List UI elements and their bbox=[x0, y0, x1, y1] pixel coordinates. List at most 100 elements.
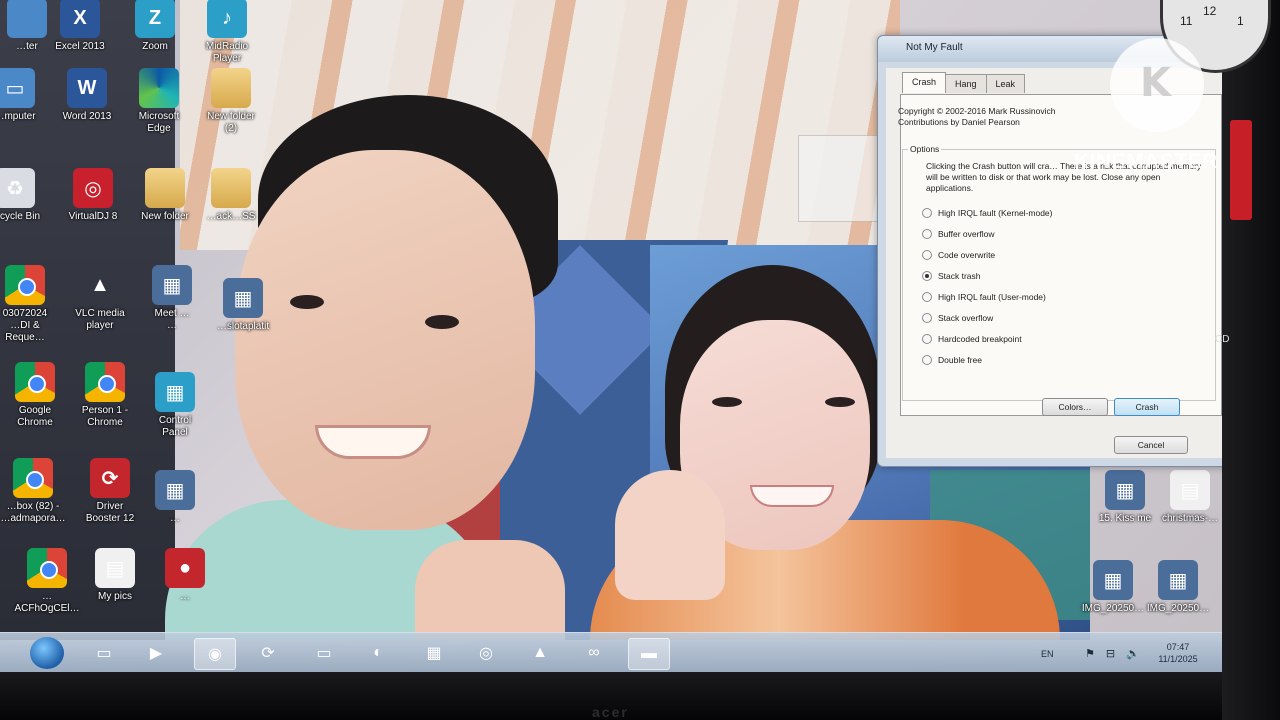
desktop-icon-label: Driver Booster 12 bbox=[85, 501, 135, 524]
desktop-icon[interactable]: Microsoft Edge bbox=[124, 68, 194, 135]
boy-smile bbox=[315, 425, 431, 459]
boy-face bbox=[235, 150, 535, 530]
tab-hang[interactable]: Hang bbox=[945, 74, 987, 93]
radio-button-icon[interactable] bbox=[922, 250, 932, 260]
desktop-icon-image: ◎ bbox=[73, 168, 113, 208]
desktop-icon[interactable]: ▦ IMG_20250… bbox=[1078, 560, 1148, 615]
wall-clock-number: 11 bbox=[1180, 14, 1193, 28]
crash-option-radio[interactable]: High IRQL fault (Kernel-mode) bbox=[922, 207, 1052, 219]
boy-thumbs-up bbox=[415, 540, 565, 640]
desktop-icon[interactable]: ▦ 15. Kiss me bbox=[1090, 470, 1160, 525]
desktop-icon-label: Word 2013 bbox=[62, 111, 112, 122]
boy-left-eye bbox=[290, 295, 324, 309]
girl-finger-heart-hand bbox=[615, 470, 725, 600]
desktop-icon[interactable]: …box (82) - …admapora… bbox=[0, 458, 68, 525]
desktop-icon[interactable]: New folder (2) bbox=[196, 68, 266, 135]
girl-smile bbox=[750, 485, 834, 507]
desktop-icon[interactable]: ▤ My pics bbox=[80, 548, 150, 603]
desktop-icon[interactable]: X Excel 2013 bbox=[45, 0, 115, 53]
desktop-icon[interactable]: ▲ VLC media player bbox=[65, 265, 135, 332]
desktop-icon[interactable]: Z Zoom bbox=[120, 0, 190, 53]
desktop-icon-label-cd: CD bbox=[1215, 334, 1230, 345]
radio-button-icon[interactable] bbox=[922, 292, 932, 302]
crash-button[interactable]: Crash bbox=[1114, 398, 1180, 416]
monitor-photo: …terXExcel 2013ZZoom♪MidRadio Player▭…mp… bbox=[0, 0, 1280, 720]
desktop-icon-label: MidRadio Player bbox=[205, 41, 249, 64]
copyright-line: Copyright © 2002-2016 Mark Russinovich bbox=[898, 106, 1056, 116]
desktop-icon[interactable]: ●… bbox=[150, 548, 220, 603]
desktop-icon[interactable]: 03072024 …DI & Reque… bbox=[0, 265, 60, 344]
crash-option-label: Buffer overflow bbox=[938, 229, 995, 239]
desktop-icon[interactable]: ▦ IMG_20250… bbox=[1143, 560, 1213, 615]
taskbar-computer-button[interactable]: ▭ bbox=[304, 638, 344, 668]
radio-button-icon[interactable] bbox=[922, 229, 932, 239]
wall-clock-number: 12 bbox=[1203, 4, 1217, 18]
desktop-icon[interactable]: Person 1 - Chrome bbox=[70, 362, 140, 429]
desktop-icon-image: ▦ bbox=[152, 265, 192, 305]
taskbar-media-button[interactable]: ▶ bbox=[136, 638, 176, 668]
desktop-icon-label: …mputer bbox=[0, 111, 36, 122]
taskbar-clock[interactable]: 07:47 11/1/2025 bbox=[1150, 641, 1206, 665]
radio-button-icon[interactable] bbox=[922, 355, 932, 365]
desktop-icon[interactable]: ⟳ Driver Booster 12 bbox=[75, 458, 145, 525]
desktop-icon[interactable]: Google Chrome bbox=[0, 362, 70, 429]
red-marker bbox=[1230, 120, 1252, 220]
system-tray-icons[interactable]: ⚑ ⊟ 🔈 bbox=[1085, 647, 1144, 660]
taskbar-vdj-button[interactable]: ◎ bbox=[466, 638, 506, 668]
girl-left-eye bbox=[712, 397, 742, 407]
desktop-icon[interactable]: ▦ Control Panel bbox=[140, 372, 210, 439]
desktop-icon[interactable]: ♻ …cycle Bin bbox=[0, 168, 50, 223]
taskbar-control-button[interactable]: ▦ bbox=[414, 638, 454, 668]
desktop-icon-image bbox=[15, 362, 55, 402]
options-legend: Options bbox=[908, 144, 942, 154]
crash-option-radio[interactable]: Double free bbox=[922, 354, 982, 366]
radio-button-icon[interactable] bbox=[922, 313, 932, 323]
crash-option-radio[interactable]: Code overwrite bbox=[922, 249, 995, 261]
colors-button[interactable]: Colors… bbox=[1042, 398, 1108, 416]
language-indicator[interactable]: EN bbox=[1041, 649, 1054, 659]
crash-option-radio[interactable]: Hardcoded breakpoint bbox=[922, 333, 1022, 345]
crash-option-radio[interactable]: Stack trash bbox=[922, 270, 981, 282]
taskbar-vlc-button[interactable]: ▲ bbox=[520, 638, 560, 668]
taskbar-notmyfault-button[interactable]: ▬ bbox=[628, 638, 670, 670]
tab-crash[interactable]: Crash bbox=[902, 72, 947, 93]
desktop-icon[interactable]: ▦ Meet … … bbox=[137, 265, 207, 332]
desktop-icon[interactable]: ▤ christmas-… bbox=[1155, 470, 1222, 525]
desktop-icon-image bbox=[7, 0, 47, 38]
desktop-icon[interactable]: …ack…SS bbox=[196, 168, 266, 223]
radio-button-icon[interactable] bbox=[922, 208, 932, 218]
desktop-icon-image: ⟳ bbox=[90, 458, 130, 498]
kinemaster-logo-letter: K bbox=[1140, 60, 1171, 106]
taskbar-app2-button[interactable]: ∞ bbox=[574, 638, 614, 668]
desktop-icon[interactable]: ◎ VirtualDJ 8 bbox=[58, 168, 128, 223]
crash-option-radio[interactable]: High IRQL fault (User-mode) bbox=[922, 291, 1046, 303]
radio-button-icon[interactable] bbox=[922, 271, 932, 281]
radio-button-icon[interactable] bbox=[922, 334, 932, 344]
desktop-icon-label: …slotaplatit bbox=[216, 321, 270, 332]
desktop-icon-label: 15. Kiss me bbox=[1098, 513, 1152, 524]
crash-option-radio[interactable]: Stack overflow bbox=[922, 312, 993, 324]
desktop-icon[interactable]: …ACFhOgCEl… bbox=[12, 548, 82, 615]
taskbar-edge-button[interactable]: ◐ bbox=[358, 638, 398, 668]
contributions-line: Contributions by Daniel Pearson bbox=[898, 117, 1020, 127]
desktop-icon[interactable]: ♪ MidRadio Player bbox=[192, 0, 262, 65]
desktop-icon-image: Z bbox=[135, 0, 175, 38]
desktop-icon[interactable]: ▦ …slotaplatit bbox=[208, 278, 278, 333]
wall-clock-number: 1 bbox=[1237, 14, 1244, 28]
crash-option-label: Stack trash bbox=[938, 271, 981, 281]
desktop-icon[interactable]: ▦… bbox=[140, 470, 210, 525]
taskbar-app-button[interactable]: ⟳ bbox=[248, 638, 288, 668]
girl-right-eye bbox=[825, 397, 855, 407]
start-button[interactable] bbox=[30, 637, 64, 669]
tab-leak[interactable]: Leak bbox=[985, 74, 1026, 93]
desktop-icon[interactable]: W Word 2013 bbox=[52, 68, 122, 123]
boy-right-eye bbox=[425, 315, 459, 329]
taskbar-chrome-button[interactable]: ◉ bbox=[194, 638, 236, 670]
cancel-button[interactable]: Cancel bbox=[1114, 436, 1188, 454]
desktop-icon[interactable]: New folder bbox=[130, 168, 200, 223]
desktop-icon[interactable]: ▭ …mputer bbox=[0, 68, 50, 123]
crash-option-radio[interactable]: Buffer overflow bbox=[922, 228, 995, 240]
desktop-icon-image bbox=[211, 68, 251, 108]
desktop-icon-label: … bbox=[180, 591, 190, 602]
taskbar-explorer-button[interactable]: ▭ bbox=[84, 638, 124, 668]
